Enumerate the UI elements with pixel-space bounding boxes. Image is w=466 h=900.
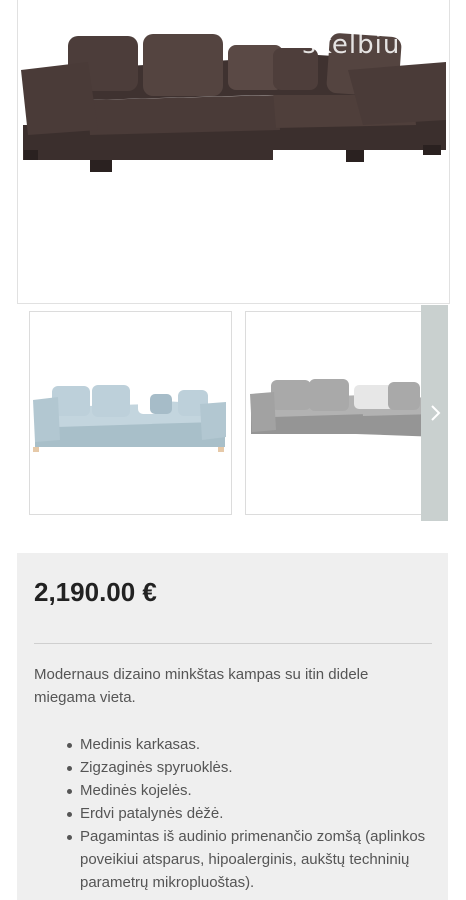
feature-item: Zigzaginės spyruoklės. xyxy=(67,756,430,779)
price: 2,190.00 € xyxy=(34,577,157,607)
feature-item: Medinės kojelės. xyxy=(67,779,430,802)
gallery-next-button[interactable] xyxy=(421,305,448,521)
thumbnail-2[interactable] xyxy=(245,311,426,515)
feature-item: Medinis karkasas. xyxy=(67,733,430,756)
listing-info-panel: 2,190.00 € Modernaus dizaino minkštas ka… xyxy=(17,553,448,900)
features-list: Medinis karkasas. Zigzaginės spyruoklės.… xyxy=(67,733,430,894)
feature-item: Pagamintas iš audinio primenančio zomšą … xyxy=(67,825,430,894)
watermark-text: skelbiu.lt xyxy=(302,30,429,60)
thumbnail-strip xyxy=(29,305,448,521)
description: Modernaus dizaino minkštas kampas su iti… xyxy=(34,666,369,706)
chevron-right-icon xyxy=(430,405,440,421)
sofa-image-grey xyxy=(250,379,426,437)
divider xyxy=(34,643,432,644)
main-product-image[interactable]: skelbiu.lt xyxy=(17,0,450,304)
thumbnail-1[interactable] xyxy=(29,311,232,515)
feature-item: Erdvi patalynės dėžė. xyxy=(67,802,430,825)
sofa-image-light-blue xyxy=(33,385,226,452)
